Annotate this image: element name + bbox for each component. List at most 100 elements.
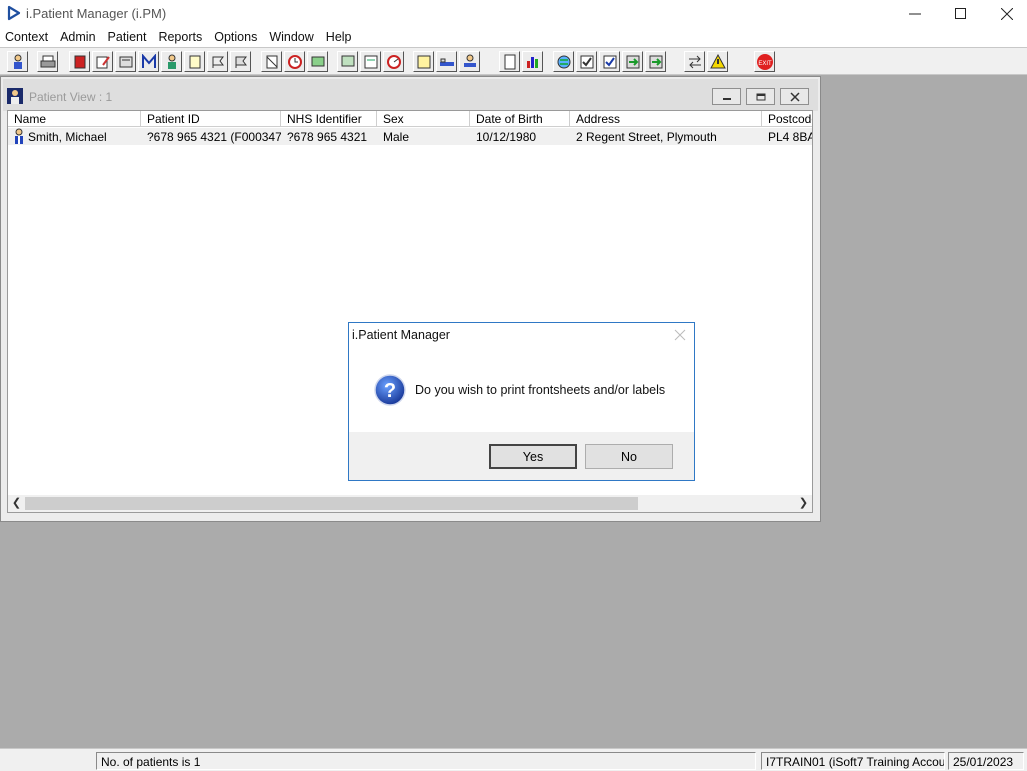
child-minimize-button[interactable] <box>712 88 741 105</box>
toolbar-gauge-button[interactable] <box>383 51 404 72</box>
scroll-left-arrow-icon[interactable]: ❮ <box>8 496 25 511</box>
toolbar-screen-button[interactable] <box>307 51 328 72</box>
column-header-patient-id[interactable]: Patient ID <box>141 111 281 127</box>
toolbar-notes-button[interactable] <box>184 51 205 72</box>
column-header-sex[interactable]: Sex <box>377 111 470 127</box>
menu-reports[interactable]: Reports <box>153 28 209 47</box>
green-arrow-icon <box>626 55 639 68</box>
toolbar-book-button[interactable] <box>69 51 90 72</box>
patient-view-icon <box>7 88 23 104</box>
records-icon <box>119 56 132 67</box>
toolbar-chart-button[interactable] <box>522 51 543 72</box>
close-button[interactable] <box>984 0 1027 28</box>
monitor-icon <box>341 55 354 66</box>
table-row[interactable]: Smith, Michael ?678 965 4321 (F000347) ?… <box>8 128 813 145</box>
column-header-address[interactable]: Address <box>570 111 762 127</box>
minimize-button[interactable] <box>892 0 938 28</box>
toolbar-check-2-button[interactable] <box>599 51 620 72</box>
status-bar: No. of patients is 1 I7TRAIN01 (iSoft7 T… <box>0 748 1027 771</box>
column-header-name[interactable]: Name <box>8 111 141 127</box>
toolbar-admit-button[interactable] <box>459 51 480 72</box>
no-button[interactable]: No <box>585 444 673 469</box>
toolbar-clock-button[interactable] <box>284 51 305 72</box>
toolbar-flag-button[interactable] <box>207 51 228 72</box>
printer-icon <box>40 55 55 67</box>
menu-patient[interactable]: Patient <box>103 28 154 47</box>
column-header-date-of-birth[interactable]: Date of Birth <box>470 111 570 127</box>
notes-icon <box>189 55 200 68</box>
app-logo-icon <box>7 5 21 21</box>
horizontal-scrollbar[interactable]: ❮ ❯ <box>8 495 812 512</box>
toolbar-globe-button[interactable] <box>553 51 574 72</box>
restore-icon <box>756 93 765 100</box>
maximize-icon <box>955 8 966 19</box>
dialog-footer: Yes No <box>349 432 694 480</box>
minimize-icon <box>722 97 731 100</box>
toolbar-doctor-button[interactable] <box>161 51 182 72</box>
toolbar-arrow-2-button[interactable] <box>645 51 666 72</box>
toolbar-monitor-button[interactable] <box>337 51 358 72</box>
child-restore-button[interactable] <box>746 88 775 105</box>
close-icon <box>1001 8 1013 20</box>
patient-view-title-bar: Patient View : 1 <box>3 79 818 111</box>
toolbar-arrow-button[interactable] <box>622 51 643 72</box>
app-title: i.Patient Manager (i.PM) <box>26 6 167 21</box>
doctor-icon <box>167 54 176 69</box>
toolbar-patient-button[interactable] <box>7 51 28 72</box>
toolbar-swap-button[interactable] <box>684 51 705 72</box>
scroll-right-arrow-icon[interactable]: ❯ <box>795 496 812 511</box>
menu-window[interactable]: Window <box>264 28 320 47</box>
column-header-postcode[interactable]: Postcode <box>762 111 812 127</box>
maximize-button[interactable] <box>938 0 984 28</box>
dialog-title: i.Patient Manager <box>352 328 450 342</box>
warning-icon <box>709 53 726 68</box>
flag-icon <box>235 56 247 68</box>
toolbar-check-button[interactable] <box>576 51 597 72</box>
app-title-bar: i.Patient Manager (i.PM) <box>0 0 1027 28</box>
list-icon <box>417 55 430 68</box>
cell-postcode: PL4 8BA <box>768 130 813 144</box>
toolbar-form-button[interactable] <box>360 51 381 72</box>
toolbar-print-button[interactable] <box>37 51 58 72</box>
exit-icon: EXIT <box>756 53 773 70</box>
menu-help[interactable]: Help <box>321 28 359 47</box>
cancel-document-icon <box>266 55 277 68</box>
admit-icon <box>463 54 476 67</box>
toolbar-list-button[interactable] <box>413 51 434 72</box>
document-icon <box>504 54 515 69</box>
cell-patient-id: ?678 965 4321 (F000347) <box>147 130 281 144</box>
toolbar-m-button[interactable] <box>138 51 159 72</box>
patient-list-header: Name Patient ID NHS Identifier Sex Date … <box>8 111 812 128</box>
cell-name: Smith, Michael <box>28 130 107 144</box>
toolbar-exit-button[interactable]: EXIT <box>754 51 775 72</box>
cell-address: 2 Regent Street, Plymouth <box>576 130 717 144</box>
patient-view-title: Patient View : 1 <box>29 90 113 104</box>
toolbar-bed-button[interactable] <box>436 51 457 72</box>
toolbar-edit-button[interactable] <box>92 51 113 72</box>
menu-context[interactable]: Context <box>0 28 55 47</box>
child-close-button[interactable] <box>780 88 809 105</box>
yes-button[interactable]: Yes <box>489 444 577 469</box>
dialog-close-icon[interactable] <box>674 329 686 341</box>
screen-icon <box>311 56 324 66</box>
toolbar-document-button[interactable] <box>499 51 520 72</box>
toolbar-warning-button[interactable] <box>707 51 728 72</box>
toolbar-cancel-doc-button[interactable] <box>261 51 282 72</box>
menu-options[interactable]: Options <box>209 28 264 47</box>
globe-icon <box>557 55 570 68</box>
gauge-icon <box>386 54 401 69</box>
green-arrow-icon <box>649 55 662 68</box>
column-header-nhs-identifier[interactable]: NHS Identifier <box>281 111 377 127</box>
toolbar-records-button[interactable] <box>115 51 136 72</box>
bar-chart-icon <box>526 56 538 68</box>
toolbar: EXIT <box>0 47 1027 75</box>
check-icon <box>580 55 593 68</box>
scrollbar-thumb[interactable] <box>25 497 638 510</box>
toolbar-flag-2-button[interactable] <box>230 51 251 72</box>
svg-text:EXIT: EXIT <box>758 61 772 67</box>
m-icon <box>141 53 156 68</box>
menu-admin[interactable]: Admin <box>55 28 102 47</box>
dialog-message: Do you wish to print frontsheets and/or … <box>415 383 666 397</box>
svg-text:?: ? <box>384 380 396 402</box>
cell-nhs-identifier: ?678 965 4321 <box>287 130 368 144</box>
